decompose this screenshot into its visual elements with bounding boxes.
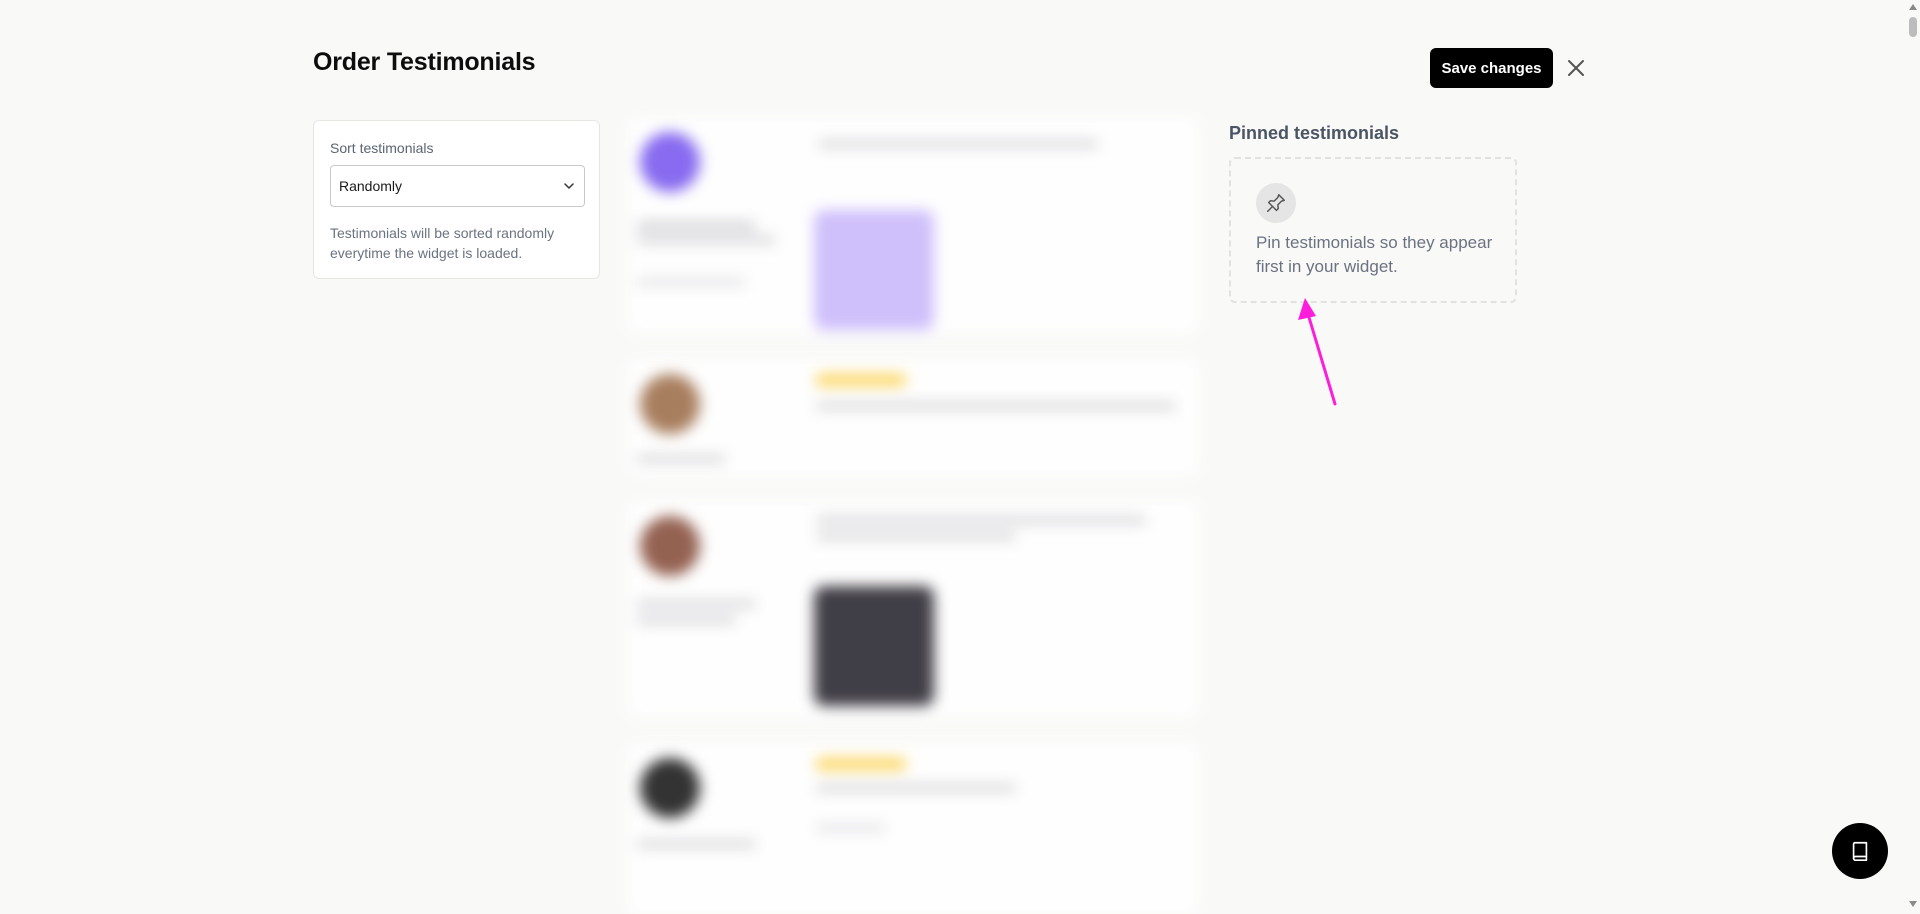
author-name-line	[636, 222, 756, 230]
avatar	[640, 132, 700, 192]
text-line	[816, 402, 1176, 410]
avatar	[640, 758, 700, 818]
scroll-down-arrow-icon[interactable]	[1907, 898, 1919, 910]
meta-line	[816, 824, 886, 832]
media-thumbnail	[814, 210, 934, 330]
author-title-line	[636, 616, 736, 624]
author-title-line	[636, 236, 776, 244]
rating-stars	[816, 758, 906, 770]
testimonial-list	[628, 118, 1198, 914]
book-icon	[1852, 841, 1868, 861]
author-name-line	[636, 840, 756, 848]
text-line	[816, 532, 1016, 540]
author-name-line	[636, 455, 726, 463]
testimonial-card[interactable]	[628, 744, 1198, 914]
sort-settings-card: Sort testimonials Randomly Testimonials …	[313, 120, 600, 279]
sort-select[interactable]: Randomly	[330, 165, 585, 207]
meta-line	[636, 278, 746, 286]
close-button[interactable]	[1563, 55, 1589, 81]
testimonial-card[interactable]	[628, 502, 1198, 717]
pinned-empty-text: Pin testimonials so they appear first in…	[1256, 233, 1493, 276]
scroll-up-arrow-icon[interactable]	[1907, 1, 1919, 13]
pin-icon-badge	[1256, 183, 1296, 223]
media-thumbnail	[814, 586, 934, 706]
scrollbar-thumb[interactable]	[1909, 17, 1917, 37]
page-title: Order Testimonials	[313, 48, 536, 76]
rating-stars	[816, 374, 906, 386]
pinned-title: Pinned testimonials	[1229, 123, 1400, 143]
testimonial-card[interactable]	[628, 118, 1198, 333]
vertical-scrollbar[interactable]	[1906, 0, 1920, 911]
pin-icon	[1267, 194, 1285, 212]
save-changes-button[interactable]: Save changes	[1430, 48, 1553, 88]
text-line	[816, 784, 1016, 792]
sort-help-text: Testimonials will be sorted randomly eve…	[330, 225, 555, 261]
docs-fab-button[interactable]	[1832, 823, 1888, 879]
pinned-dropzone: Pin testimonials so they appear first in…	[1229, 157, 1517, 303]
annotation-arrow	[1298, 298, 1337, 406]
chevron-down-icon	[564, 183, 574, 189]
sort-select-value: Randomly	[339, 178, 403, 194]
testimonial-card[interactable]	[628, 360, 1198, 475]
text-line	[816, 516, 1146, 524]
close-icon	[1568, 60, 1584, 76]
avatar	[640, 516, 700, 576]
sort-label: Sort testimonials	[330, 140, 434, 156]
author-name-line	[636, 600, 756, 608]
text-line	[818, 140, 1098, 148]
avatar	[640, 374, 700, 434]
